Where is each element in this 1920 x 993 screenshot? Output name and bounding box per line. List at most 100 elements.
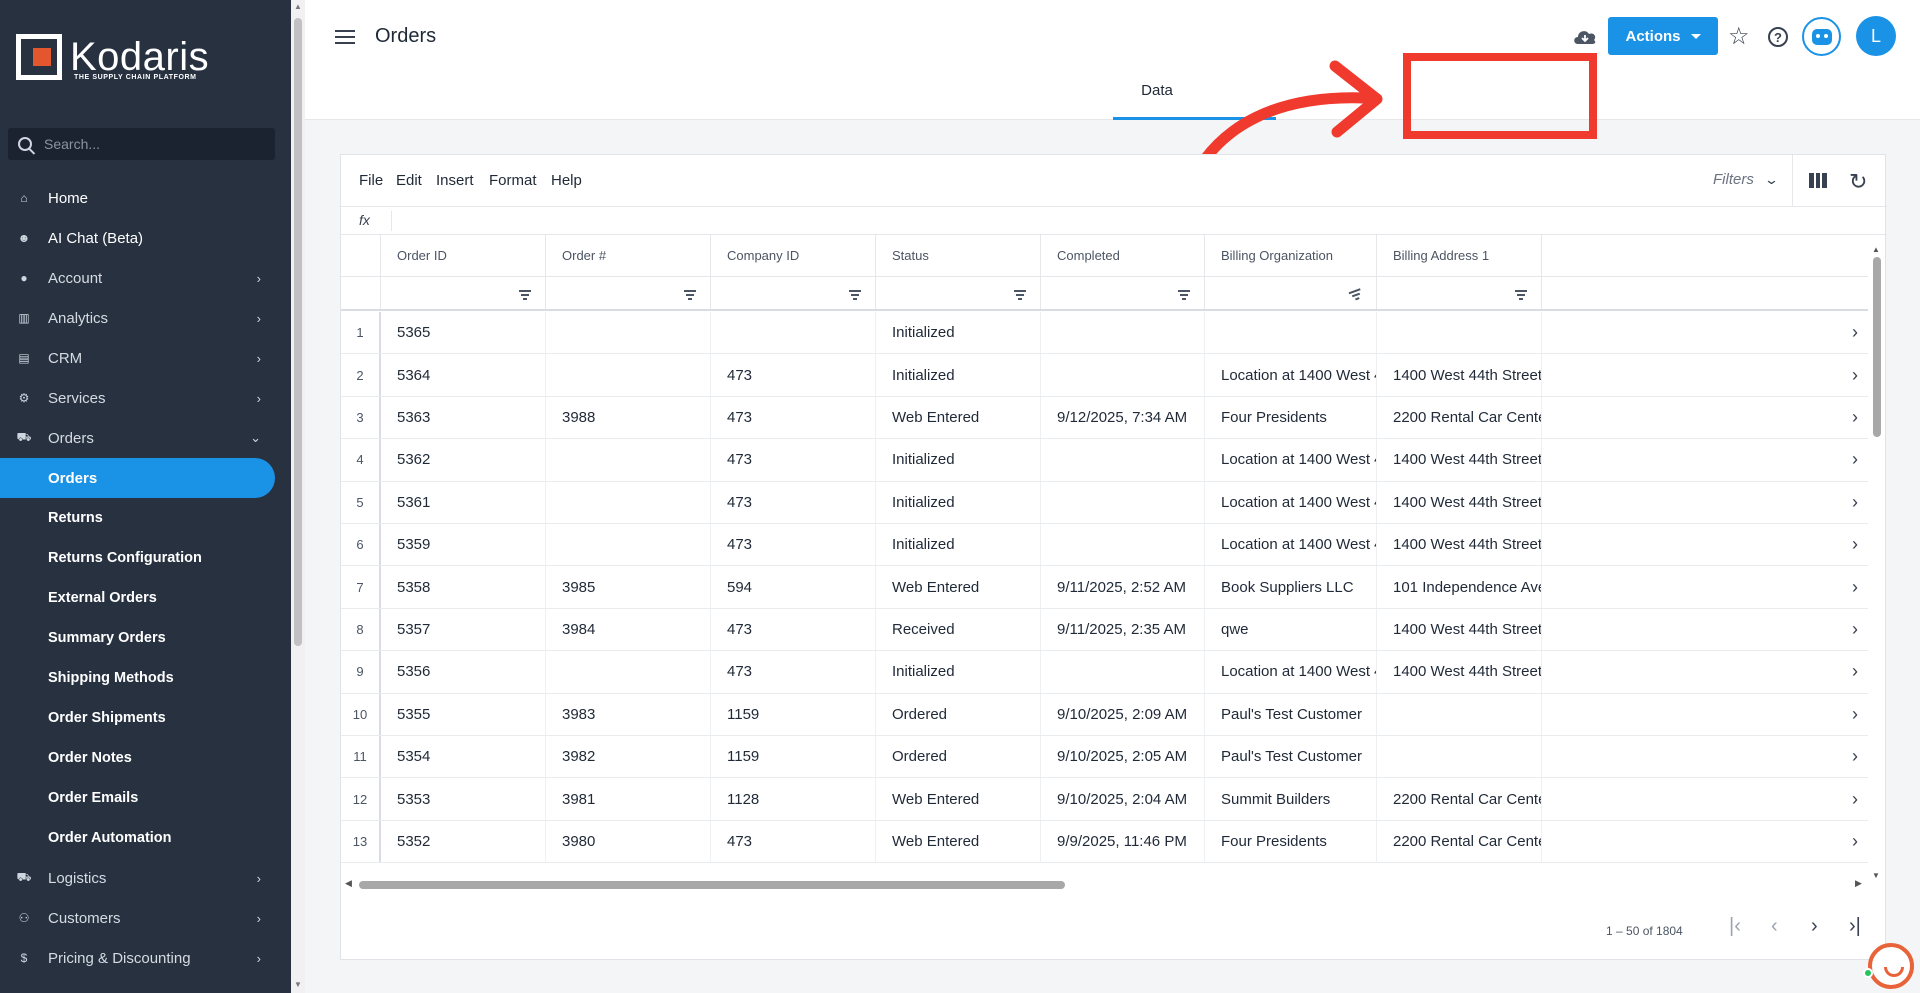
column-header-completed[interactable]: Completed	[1041, 235, 1205, 276]
menu-format[interactable]: Format	[489, 172, 537, 189]
sidebar-item-orders-active[interactable]: Orders	[0, 458, 275, 498]
table-cell[interactable]	[1041, 524, 1205, 566]
grid-v-scroll-thumb[interactable]	[1873, 257, 1881, 437]
sidebar-item-services[interactable]: ⚙ Services ›	[0, 378, 283, 418]
table-cell[interactable]: 473	[711, 608, 876, 651]
table-cell[interactable]: Four Presidents	[1205, 396, 1377, 439]
table-cell[interactable]: 5357	[381, 608, 546, 651]
table-row[interactable]: 6 5359 473 Initialized Location at 1400 West…	[341, 524, 1868, 567]
table-row[interactable]: 10 5355 3983 1159 Ordered 9/10/2025, 2:09 AM P…	[341, 693, 1868, 736]
table-cell[interactable]: Initialized	[876, 312, 1041, 354]
filter-icon[interactable]	[849, 290, 861, 300]
table-cell[interactable]: Paul's Test Customer	[1205, 693, 1377, 735]
table-cell[interactable]	[1205, 312, 1377, 354]
sidebar-item-ai-chat-beta-[interactable]: ☻ AI Chat (Beta)	[0, 218, 283, 258]
sidebar-item-analytics[interactable]: ▥ Analytics ›	[0, 298, 283, 338]
table-cell[interactable]	[1041, 354, 1205, 396]
table-cell[interactable]: Web Entered	[876, 820, 1041, 863]
sidebar-item-order-emails[interactable]: Order Emails	[0, 778, 283, 818]
star-icon[interactable]: ☆	[1728, 22, 1750, 51]
table-cell[interactable]: Initialized	[876, 354, 1041, 396]
row-detail-chevron-icon[interactable]: ›	[1842, 609, 1868, 650]
table-cell[interactable]: Location at 1400 West 4...	[1205, 524, 1377, 566]
table-cell[interactable]	[1041, 481, 1205, 523]
row-detail-chevron-icon[interactable]: ›	[1842, 736, 1868, 777]
scroll-right-icon[interactable]: ▶	[1855, 878, 1862, 889]
table-cell[interactable]: 1400 West 44th Street	[1377, 354, 1542, 396]
last-page-icon[interactable]: ›|	[1849, 915, 1861, 938]
table-cell[interactable]: Location at 1400 West 4...	[1205, 354, 1377, 396]
table-cell[interactable]: 473	[711, 396, 876, 439]
table-cell[interactable]: 5356	[381, 651, 546, 693]
sidebar-item-external-orders[interactable]: External Orders	[0, 578, 283, 618]
table-cell[interactable]: 5352	[381, 820, 546, 863]
column-filter-status[interactable]	[876, 277, 1041, 309]
table-cell[interactable]	[711, 312, 876, 354]
table-cell[interactable]: Received	[876, 608, 1041, 651]
row-detail-chevron-icon[interactable]: ›	[1842, 482, 1868, 523]
filter-icon[interactable]	[1014, 290, 1026, 300]
table-cell[interactable]	[1041, 651, 1205, 693]
table-cell[interactable]	[546, 439, 711, 481]
table-cell[interactable]: 1128	[711, 778, 876, 820]
table-cell[interactable]: 5358	[381, 566, 546, 608]
table-cell[interactable]: Location at 1400 West 4...	[1205, 481, 1377, 523]
table-cell[interactable]: Ordered	[876, 736, 1041, 778]
table-cell[interactable]: 1159	[711, 693, 876, 735]
table-cell[interactable]: Summit Builders	[1205, 778, 1377, 820]
table-cell[interactable]: 101 Independence Ave. ...	[1377, 566, 1542, 608]
grid-h-scroll-thumb[interactable]	[359, 881, 1065, 889]
table-cell[interactable]: Initialized	[876, 481, 1041, 523]
table-cell[interactable]: 9/12/2025, 7:34 AM	[1041, 396, 1205, 439]
table-row[interactable]: 2 5364 473 Initialized Location at 1400 West…	[341, 354, 1868, 397]
scroll-up-icon[interactable]: ▲	[294, 2, 302, 11]
refresh-icon[interactable]: ↻	[1849, 169, 1867, 195]
table-cell[interactable]: 5363	[381, 396, 546, 439]
table-row[interactable]: 11 5354 3982 1159 Ordered 9/10/2025, 2:05 AM P…	[341, 736, 1868, 779]
sidebar-scrollbar[interactable]: ▲ ▼	[291, 0, 305, 993]
table-cell[interactable]: 9/10/2025, 2:09 AM	[1041, 693, 1205, 735]
table-cell[interactable]: Web Entered	[876, 778, 1041, 820]
menu-help[interactable]: Help	[551, 172, 582, 189]
table-row[interactable]: 1 5365 Initialized ›	[341, 312, 1868, 355]
column-header-order-id[interactable]: Order ID	[381, 235, 546, 276]
column-filter-order-id[interactable]	[381, 277, 546, 309]
filter-icon[interactable]	[684, 290, 696, 300]
table-cell[interactable]: 1159	[711, 736, 876, 778]
table-cell[interactable]	[546, 312, 711, 354]
scroll-down-icon[interactable]: ▼	[294, 980, 302, 989]
table-cell[interactable]: Ordered	[876, 693, 1041, 735]
table-cell[interactable]: 1400 West 44th Street	[1377, 524, 1542, 566]
hamburger-menu-icon[interactable]	[335, 30, 355, 44]
sidebar-item-returns[interactable]: Returns	[0, 498, 283, 538]
table-row[interactable]: 4 5362 473 Initialized Location at 1400 West…	[341, 439, 1868, 482]
table-cell[interactable]	[1377, 736, 1542, 778]
table-cell[interactable]: 473	[711, 820, 876, 863]
table-cell[interactable]: 9/11/2025, 2:52 AM	[1041, 566, 1205, 608]
table-row[interactable]: 5 5361 473 Initialized Location at 1400 West…	[341, 481, 1868, 524]
table-cell[interactable]: 3981	[546, 778, 711, 820]
table-cell[interactable]: Web Entered	[876, 566, 1041, 608]
sidebar-scroll-thumb[interactable]	[294, 18, 302, 646]
table-cell[interactable]: 1400 West 44th Street	[1377, 439, 1542, 481]
table-row[interactable]: 3 5363 3988 473 Web Entered 9/12/2025, 7:34 A…	[341, 396, 1868, 440]
sidebar-item-returns-configuration[interactable]: Returns Configuration	[0, 538, 283, 578]
table-cell[interactable]: Book Suppliers LLC	[1205, 566, 1377, 608]
column-header-company-id[interactable]: Company ID	[711, 235, 876, 276]
table-cell[interactable]	[1041, 439, 1205, 481]
table-cell[interactable]: 5354	[381, 736, 546, 778]
chat-support-icon[interactable]	[1868, 943, 1914, 989]
column-filter-company-id[interactable]	[711, 277, 876, 309]
table-cell[interactable]: 3984	[546, 608, 711, 651]
column-header-billing-address-1[interactable]: Billing Address 1	[1377, 235, 1542, 276]
table-cell[interactable]: 473	[711, 354, 876, 396]
sidebar-item-orders[interactable]: ⛟ Orders ⌄	[0, 418, 283, 458]
sidebar-item-crm[interactable]: ▤ CRM ›	[0, 338, 283, 378]
sidebar-item-customers[interactable]: ⚇ Customers ›	[0, 898, 283, 938]
table-cell[interactable]: 594	[711, 566, 876, 608]
table-cell[interactable]	[546, 651, 711, 693]
table-cell[interactable]	[546, 524, 711, 566]
sidebar-item-shipping-methods[interactable]: Shipping Methods	[0, 658, 283, 698]
sidebar-item-order-shipments[interactable]: Order Shipments	[0, 698, 283, 738]
table-cell[interactable]: 9/10/2025, 2:05 AM	[1041, 736, 1205, 778]
